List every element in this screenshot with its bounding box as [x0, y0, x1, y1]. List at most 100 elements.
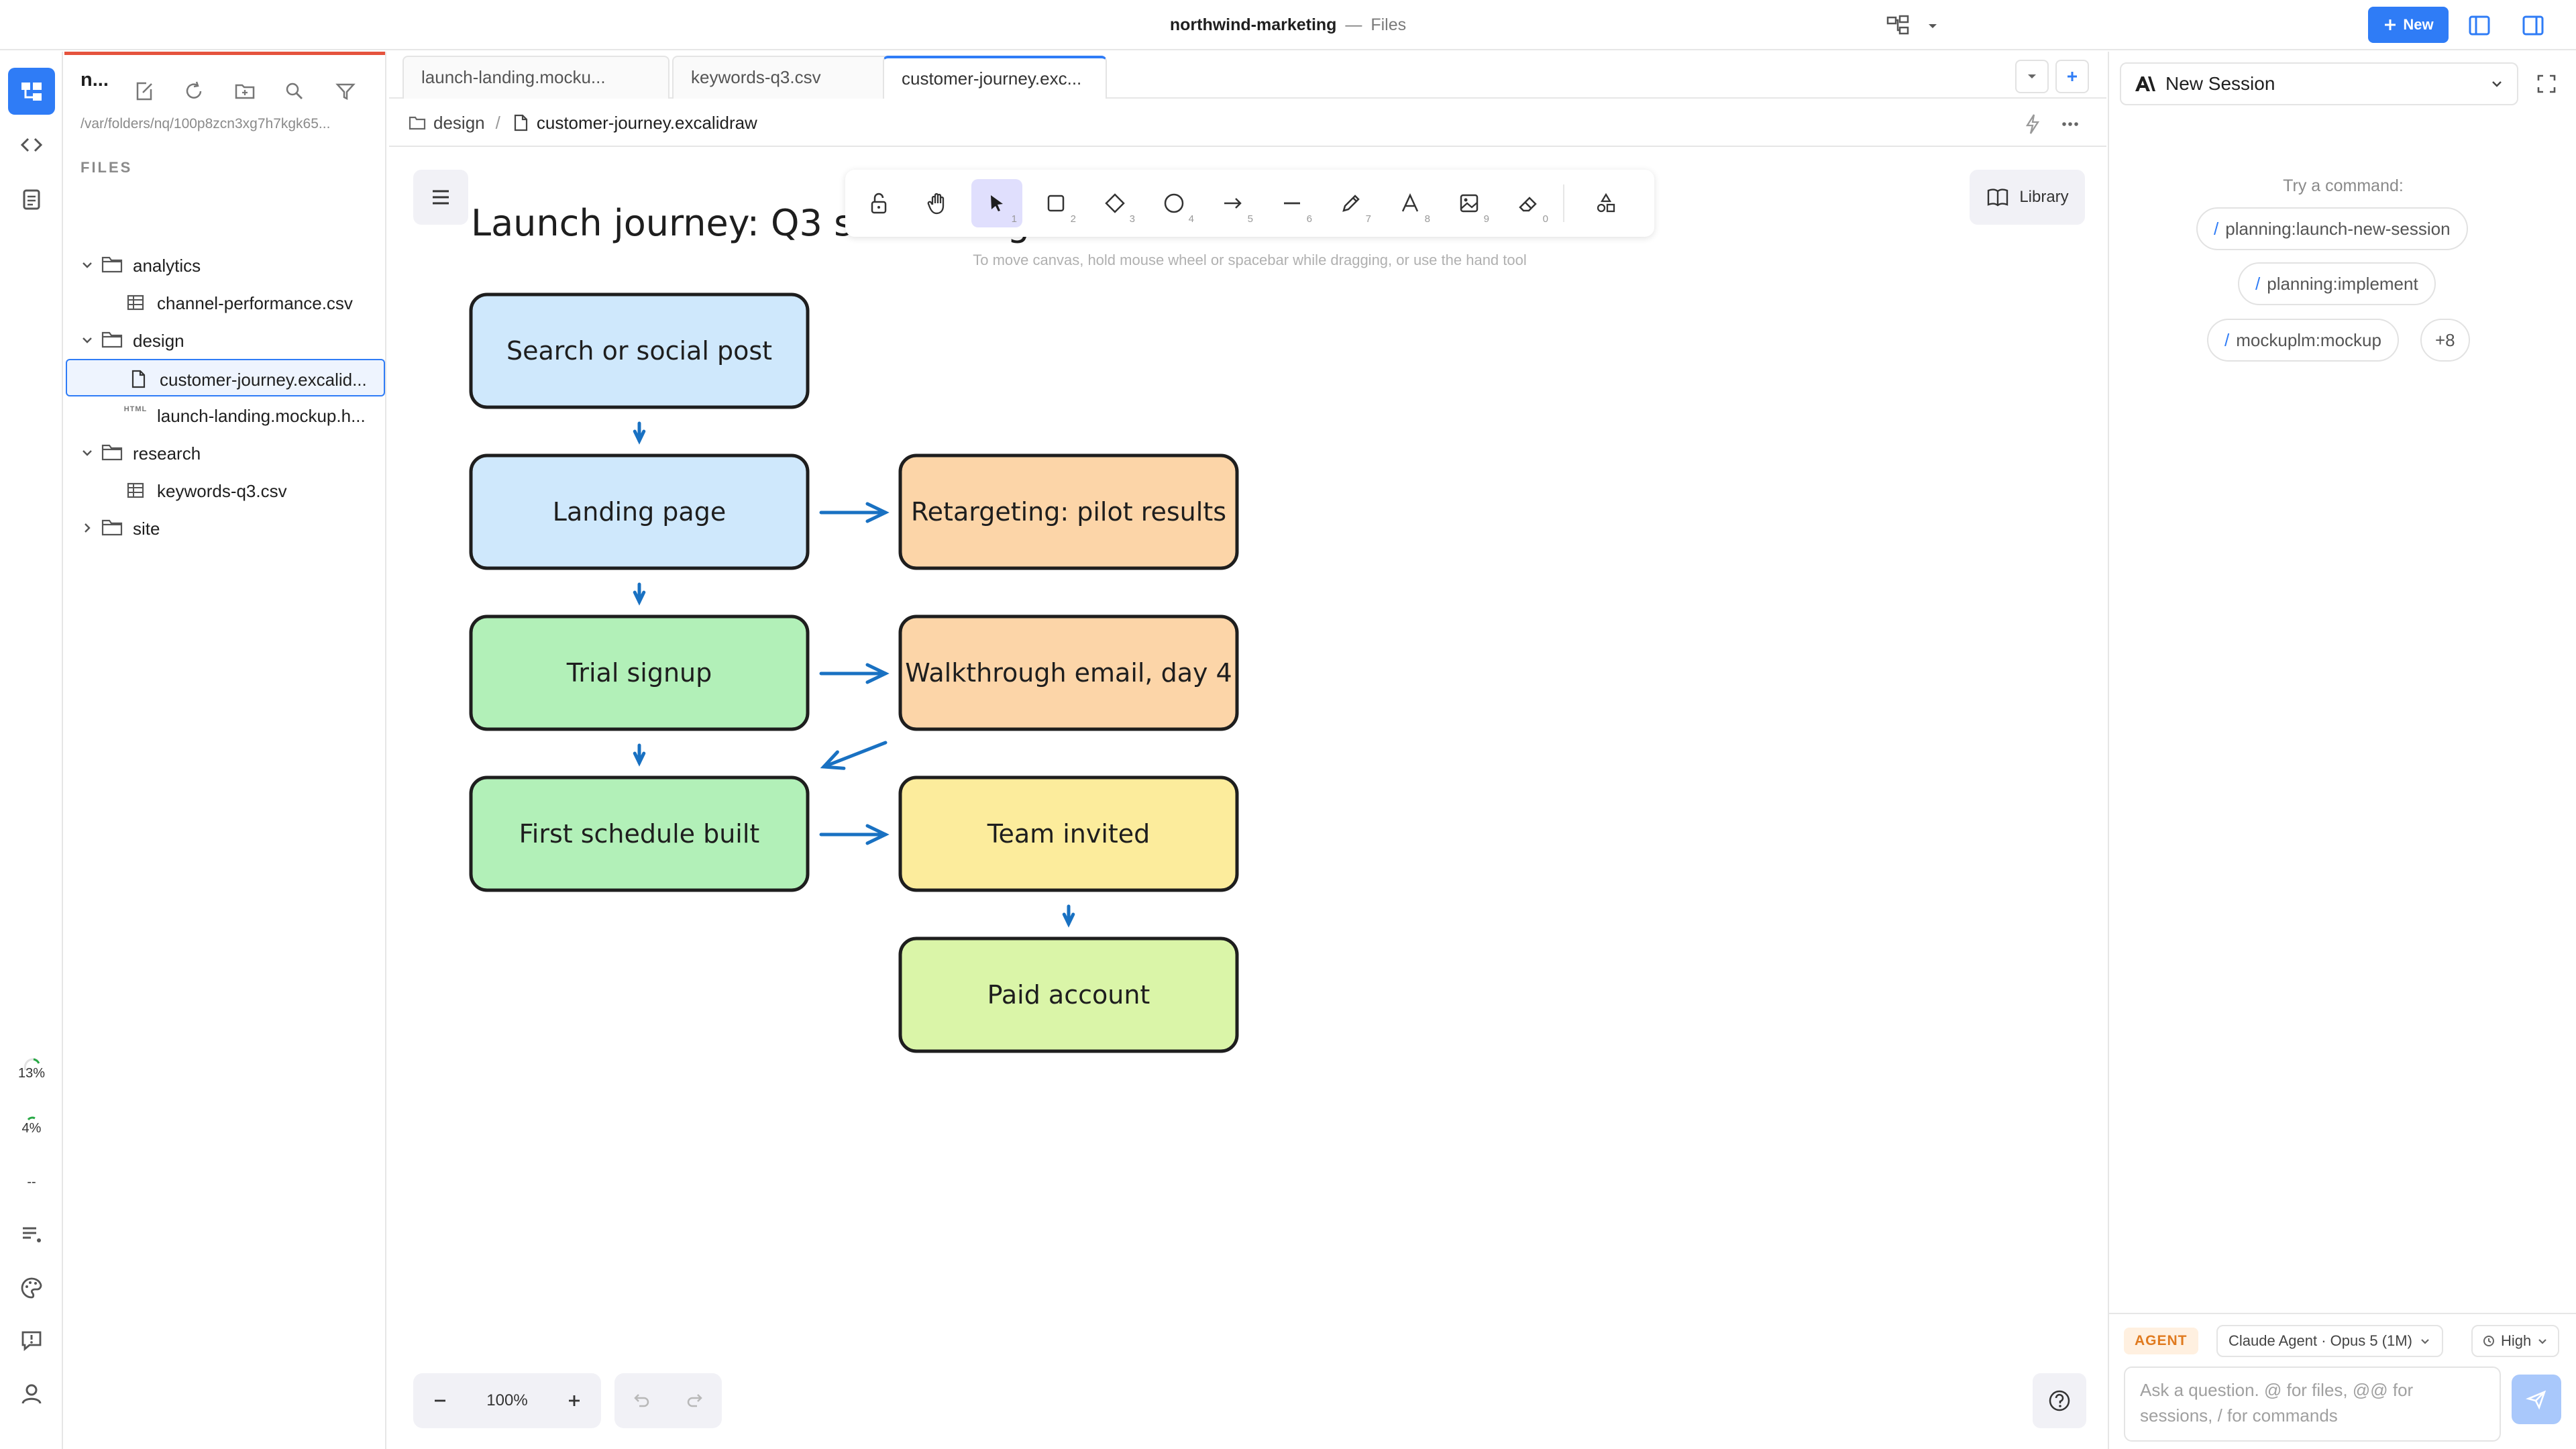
- tool-shortcut: 1: [1011, 213, 1017, 225]
- diamond-tool[interactable]: 3: [1089, 179, 1140, 227]
- tree-folder[interactable]: design: [64, 321, 385, 359]
- tree-file[interactable]: HTML launch-landing.mockup.h...: [64, 396, 385, 434]
- tree-item-label: analytics: [133, 256, 201, 276]
- task-list-icon[interactable]: [8, 1211, 55, 1258]
- extra-tools[interactable]: [1580, 179, 1631, 227]
- zoom-level[interactable]: 100%: [467, 1373, 547, 1428]
- files-icon[interactable]: [8, 68, 55, 115]
- diagram-node[interactable]: First schedule built: [469, 775, 810, 892]
- chevron-right-icon[interactable]: [79, 520, 95, 536]
- chevron-down-icon: [2492, 81, 2502, 87]
- diagram-node[interactable]: Walkthrough email, day 4: [898, 614, 1239, 731]
- eraser-tool[interactable]: 0: [1503, 179, 1554, 227]
- command-chip[interactable]: / planning:implement: [2238, 262, 2436, 305]
- diagram-arrow[interactable]: [633, 421, 646, 445]
- draw-tool[interactable]: 7: [1326, 179, 1377, 227]
- diagram-node[interactable]: Search or social post: [469, 292, 810, 409]
- chevron-down-icon: [2421, 1339, 2429, 1344]
- chevron-down-icon[interactable]: [79, 445, 95, 461]
- model-selector[interactable]: Claude Agent · Opus 5 (1M): [2216, 1325, 2443, 1357]
- tree-file[interactable]: customer-journey.excalid...: [66, 359, 385, 396]
- main-menu-button[interactable]: [413, 170, 468, 225]
- excalidraw-canvas[interactable]: Launch journey: Q3 scheduling Search or s…: [389, 148, 2106, 1449]
- workspace-path: /var/folders/nq/100p8zcn3xg7h7kgk65...: [80, 116, 331, 131]
- tree-folder[interactable]: site: [64, 509, 385, 547]
- help-button[interactable]: [2033, 1373, 2086, 1428]
- view-switcher-icon[interactable]: [1885, 13, 1912, 38]
- session-selector[interactable]: New Session: [2120, 62, 2518, 105]
- diagram-node[interactable]: Paid account: [898, 936, 1239, 1053]
- refresh-icon[interactable]: [176, 73, 212, 109]
- tree-folder[interactable]: analytics: [64, 246, 385, 284]
- undo-button[interactable]: [614, 1373, 668, 1428]
- diagram-arrow[interactable]: [1062, 904, 1075, 928]
- breadcrumb-file-label: customer-journey.excalidraw: [536, 112, 757, 133]
- palette-icon[interactable]: [8, 1265, 55, 1311]
- search-icon[interactable]: [276, 73, 313, 109]
- toggle-right-panel-icon[interactable]: [2520, 12, 2546, 39]
- effort-selector[interactable]: High: [2471, 1325, 2560, 1357]
- diagram-node[interactable]: Retargeting: pilot results: [898, 453, 1239, 570]
- clipboard-icon[interactable]: [8, 175, 55, 222]
- diagram-arrow[interactable]: [819, 663, 890, 684]
- send-button[interactable]: [2512, 1375, 2561, 1424]
- library-button[interactable]: Library: [1970, 170, 2085, 225]
- command-chip[interactable]: / planning:launch-new-session: [2196, 207, 2468, 250]
- new-folder-icon[interactable]: [227, 73, 263, 109]
- quick-action-icon[interactable]: [2019, 111, 2046, 138]
- diagram-arrow[interactable]: [819, 824, 890, 845]
- ellipse-tool[interactable]: 4: [1148, 179, 1199, 227]
- effort-icon: [2483, 1336, 2494, 1346]
- zoom-out-button[interactable]: [413, 1373, 467, 1428]
- account-icon[interactable]: [8, 1371, 55, 1417]
- redo-button[interactable]: [668, 1373, 722, 1428]
- tree-folder[interactable]: research: [64, 434, 385, 472]
- tab-list-dropdown[interactable]: [2015, 60, 2049, 93]
- diagram-node-label: Walkthrough email, day 4: [905, 658, 1232, 688]
- selection-tool[interactable]: 1: [971, 179, 1022, 227]
- lock-tool[interactable]: [853, 179, 904, 227]
- view-dropdown-chevron-icon[interactable]: [1923, 16, 1943, 36]
- filter-icon[interactable]: [327, 73, 364, 109]
- code-icon[interactable]: [8, 121, 55, 168]
- toggle-left-panel-icon[interactable]: [2466, 12, 2493, 39]
- expand-icon[interactable]: [2533, 70, 2560, 97]
- line-tool[interactable]: 6: [1267, 179, 1318, 227]
- session-label: New Session: [2165, 73, 2275, 94]
- diagram-node[interactable]: Landing page: [469, 453, 810, 570]
- more-options-icon[interactable]: [2057, 111, 2084, 138]
- feedback-icon[interactable]: [8, 1317, 55, 1364]
- pencil-icon: [1342, 195, 1360, 212]
- diagram-arrow[interactable]: [819, 502, 890, 523]
- chevron-down-icon[interactable]: [79, 257, 95, 273]
- message-input[interactable]: Ask a question. @ for files, @@ for sess…: [2124, 1366, 2501, 1442]
- image-tool[interactable]: 9: [1444, 179, 1495, 227]
- rectangle-tool[interactable]: 2: [1030, 179, 1081, 227]
- new-file-icon[interactable]: [126, 73, 162, 109]
- diagram-arrow[interactable]: [633, 743, 646, 767]
- tab-customer-journey[interactable]: customer-journey.exc...: [883, 56, 1107, 99]
- tree-item-label: channel-performance.csv: [157, 293, 353, 313]
- breadcrumb-folder-label: design: [433, 112, 485, 133]
- tree-file[interactable]: channel-performance.csv: [64, 284, 385, 321]
- more-commands-chip[interactable]: +8: [2420, 319, 2470, 362]
- new-button[interactable]: New: [2368, 7, 2449, 43]
- diagram-arrow[interactable]: [820, 741, 888, 770]
- breadcrumb-folder[interactable]: design: [408, 113, 485, 133]
- breadcrumb-file[interactable]: customer-journey.excalidraw: [511, 113, 757, 133]
- diagram-arrow[interactable]: [633, 582, 646, 606]
- diagram-node[interactable]: Trial signup: [469, 614, 810, 731]
- diagram-node[interactable]: Team invited: [898, 775, 1239, 892]
- composer-divider: [2109, 1313, 2576, 1314]
- agent-logo-icon: [2135, 76, 2155, 91]
- hand-tool[interactable]: [912, 179, 963, 227]
- zoom-in-button[interactable]: [547, 1373, 601, 1428]
- new-tab-button[interactable]: [2055, 60, 2089, 93]
- chevron-down-icon[interactable]: [79, 332, 95, 348]
- tab-launch-landing[interactable]: launch-landing.mocku...: [402, 56, 669, 99]
- command-chip[interactable]: / mockuplm:mockup: [2207, 319, 2399, 362]
- text-tool[interactable]: 8: [1385, 179, 1436, 227]
- hand-icon: [927, 193, 945, 215]
- tree-file[interactable]: keywords-q3.csv: [64, 472, 385, 509]
- arrow-tool[interactable]: 5: [1208, 179, 1258, 227]
